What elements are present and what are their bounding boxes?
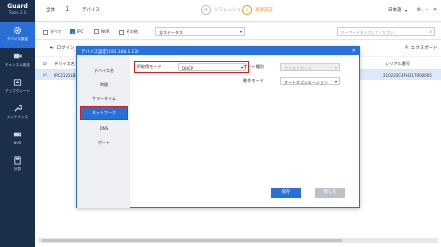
upgrade-icon bbox=[13, 79, 22, 86]
settings-category-list: デバイス名 時間 サマータイム ネットワーク DNS ポート bbox=[77, 55, 130, 208]
row-serial-number: 210235C4FH317000005 bbox=[383, 73, 432, 78]
port-type-select: ファストポート ▾ bbox=[280, 63, 340, 71]
sidebar-item-label: チャンネル設定 bbox=[4, 63, 31, 67]
filter-other-checkbox[interactable]: その他 bbox=[119, 29, 138, 35]
app-brand: Guard Tools 2.0 bbox=[0, 0, 35, 22]
save-button[interactable]: 保存 bbox=[271, 188, 301, 198]
sidebar-item-calculator[interactable]: 計算 bbox=[0, 152, 35, 178]
status-select[interactable]: 全ステータス ▾ bbox=[155, 27, 245, 36]
port-type-value: ファストポート bbox=[284, 65, 312, 71]
filter-other-label: その他 bbox=[126, 29, 138, 34]
filter-all-label: すべて bbox=[50, 29, 62, 34]
filter-bar: すべて IPC NVR その他 全ステータス ▾ キーワードを入力してください … bbox=[35, 23, 441, 40]
scrollbar-thumb[interactable] bbox=[42, 239, 342, 242]
sidebar-item-label: デバイス設定 bbox=[6, 37, 29, 41]
column-serial-number[interactable]: シリアル番号 bbox=[385, 61, 410, 67]
login-icon: ⎆ bbox=[50, 46, 54, 51]
export-icon: ⇱ bbox=[405, 45, 409, 51]
category-dns[interactable]: DNS bbox=[81, 123, 127, 135]
ip-mode-value: DHCP bbox=[182, 65, 194, 71]
channel-settings-icon bbox=[13, 53, 22, 59]
row-checkbox[interactable]: ☑ bbox=[43, 72, 47, 77]
category-label: ポート bbox=[98, 140, 110, 145]
category-summer-time[interactable]: サマータイム bbox=[81, 93, 127, 105]
brand-subtitle: Tools 2.0 bbox=[8, 10, 27, 15]
device-settings-dialog: デバイス設定(192.168.1.13) ✕ デバイス名 時間 サマータイム ネ… bbox=[76, 46, 360, 208]
ip-mode-select[interactable]: DHCP ▾ bbox=[178, 63, 246, 71]
login-button[interactable]: ⎆ ログイン bbox=[50, 45, 75, 51]
sidebar-item-label: 計算 bbox=[13, 167, 22, 171]
filter-nvr-label: NVR bbox=[101, 29, 110, 34]
column-device-name[interactable]: デバイス名 bbox=[54, 61, 75, 67]
sidebar-item-channel-settings[interactable]: チャンネル設定 bbox=[0, 48, 35, 74]
work-mode-value: オートネゴシエーション bbox=[284, 79, 328, 85]
category-label: DNS bbox=[99, 126, 109, 131]
shield-icon: ✓ bbox=[242, 5, 252, 15]
category-label: デバイス名 bbox=[94, 68, 114, 73]
refresh-label: リフレッシュ bbox=[214, 8, 241, 13]
sidebar-item-maintenance[interactable]: メンテナンス bbox=[0, 100, 35, 126]
refresh-icon: ⟳ bbox=[201, 5, 211, 15]
sidebar-item-label: アップグレード bbox=[4, 89, 31, 93]
close-button[interactable]: 閉じる bbox=[315, 188, 345, 198]
sidebar-item-upgrade[interactable]: アップグレード bbox=[0, 74, 35, 100]
calculator-icon bbox=[14, 156, 21, 165]
maintenance-icon bbox=[14, 104, 22, 112]
gear-icon bbox=[13, 26, 22, 35]
quick-auth-button[interactable]: ✓ 高速認証 bbox=[242, 5, 273, 15]
filter-all-checkbox[interactable]: すべて bbox=[43, 29, 62, 35]
category-time[interactable]: 時間 bbox=[81, 79, 127, 91]
sidebar: Guard Tools 2.0 デバイス設定 チャンネル設定 アップグレード メ… bbox=[0, 0, 35, 247]
chevron-down-icon: ▾ bbox=[334, 65, 337, 70]
search-placeholder: キーワードを入力してください bbox=[341, 30, 394, 35]
sidebar-item-nvr[interactable]: NVR bbox=[0, 126, 35, 152]
refresh-button[interactable]: ⟳ リフレッシュ bbox=[201, 5, 241, 15]
device-count: 1 bbox=[65, 5, 70, 13]
export-button[interactable]: ⇱ エクスポート bbox=[405, 45, 438, 52]
category-port[interactable]: ポート bbox=[81, 137, 127, 149]
chevron-down-icon[interactable]: ▾ bbox=[405, 8, 407, 13]
login-label: ログイン bbox=[56, 46, 75, 51]
nvr-icon bbox=[13, 132, 22, 137]
work-mode-label: 動作モード bbox=[243, 78, 264, 83]
device-label: デバイス bbox=[82, 8, 100, 13]
checkbox[interactable] bbox=[119, 29, 124, 35]
sidebar-item-label: メンテナンス bbox=[6, 115, 29, 119]
filter-ipc-label: IPC bbox=[77, 29, 84, 34]
minimize-icon[interactable]: – bbox=[424, 7, 430, 13]
close-icon[interactable]: ✕ bbox=[432, 7, 438, 13]
category-label: 時間 bbox=[100, 82, 108, 87]
chevron-down-icon: ▾ bbox=[239, 29, 242, 34]
status-select-value: 全ステータス bbox=[159, 30, 183, 35]
work-mode-select[interactable]: オートネゴシエーション ▾ bbox=[280, 77, 340, 85]
sidebar-item-label: NVR bbox=[13, 141, 22, 145]
horizontal-scrollbar[interactable] bbox=[38, 238, 438, 243]
checkbox[interactable] bbox=[94, 29, 99, 34]
sidebar-item-device-settings[interactable]: デバイス設定 bbox=[0, 22, 35, 48]
brand-title: Guard bbox=[7, 3, 28, 10]
quick-auth-label: 高速認証 bbox=[255, 8, 273, 13]
settings-icon[interactable]: ⚙ bbox=[416, 7, 422, 13]
language-select[interactable]: 日本語 bbox=[388, 7, 402, 13]
category-network[interactable]: ネットワーク bbox=[80, 106, 128, 120]
chevron-down-icon: ▾ bbox=[334, 79, 337, 84]
select-all-checkbox[interactable]: ☑ bbox=[43, 61, 47, 66]
ip-mode-label: IP取得モード bbox=[137, 64, 162, 69]
search-input[interactable]: キーワードを入力してください ⌕ bbox=[337, 27, 435, 36]
export-label: エクスポート bbox=[410, 46, 438, 51]
category-label: サマータイム bbox=[92, 96, 116, 101]
category-label: ネットワーク bbox=[92, 110, 116, 115]
filter-ipc-checkbox[interactable]: IPC bbox=[70, 29, 84, 35]
total-label: 全体 bbox=[46, 8, 55, 13]
search-icon[interactable]: ⌕ bbox=[429, 29, 432, 35]
checkbox[interactable] bbox=[43, 29, 48, 35]
port-type-label: ポート種別 bbox=[243, 64, 264, 69]
top-bar: 全体 1 デバイス ⟳ リフレッシュ ✓ 高速認証 日本語 ▾ ⚙ – ✕ bbox=[35, 0, 441, 22]
checkbox[interactable] bbox=[70, 29, 75, 35]
category-device-name[interactable]: デバイス名 bbox=[81, 65, 127, 77]
close-icon[interactable]: ✕ bbox=[352, 48, 356, 54]
filter-nvr-checkbox[interactable]: NVR bbox=[94, 29, 110, 34]
dialog-title: デバイス設定(192.168.1.13) bbox=[81, 49, 139, 55]
dialog-title-bar: デバイス設定(192.168.1.13) ✕ bbox=[77, 47, 359, 55]
